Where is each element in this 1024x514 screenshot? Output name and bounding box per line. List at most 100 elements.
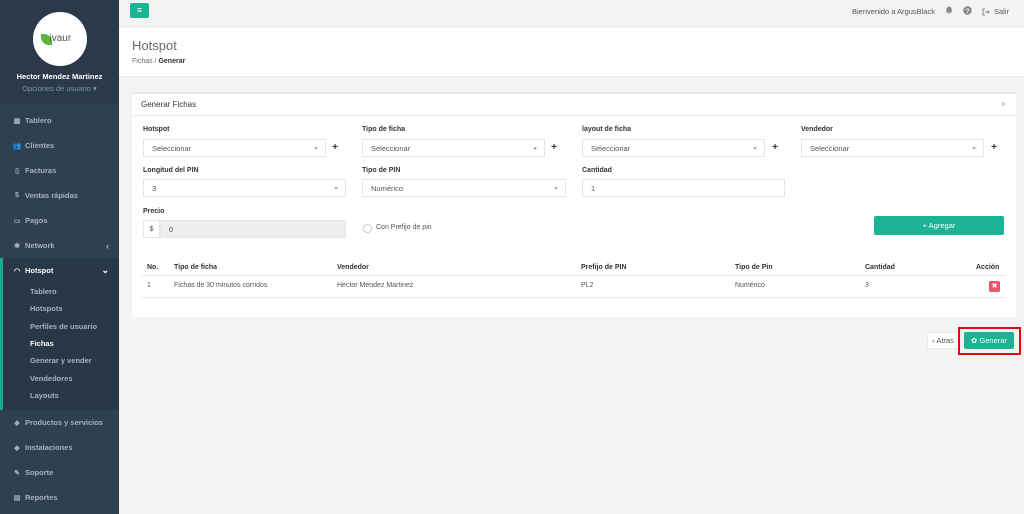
table-header-prefijo: Prefijo de PIN xyxy=(581,264,627,271)
table-cell-no: 1 xyxy=(147,282,151,289)
panel-header: Generar Fichas × xyxy=(132,94,1016,116)
vendedor-select[interactable]: Seleccionar ⌄ xyxy=(801,139,984,157)
sidebar-item-facturas[interactable]: ▯ Facturas xyxy=(0,158,119,183)
table-cell-tipo: Fichas de 30 minutos corridos xyxy=(174,282,268,289)
sidebar-item-productos[interactable]: ◈ Productos y servicios xyxy=(0,410,119,435)
tag-icon: ◈ xyxy=(14,419,20,427)
breadcrumb: Fichas / Generar xyxy=(132,58,185,65)
table-header-no: No. xyxy=(147,264,159,271)
chevron-down-icon: ⌄ xyxy=(333,184,339,191)
book-icon: ▤ xyxy=(13,494,21,502)
cantidad-input[interactable]: 1 xyxy=(582,179,785,197)
longitud-pin-select[interactable]: 3 ⌄ xyxy=(143,179,346,197)
sidebar-subitem-layouts[interactable]: Layouts xyxy=(3,387,119,404)
sidebar-item-reportes[interactable]: ▤ Reportes xyxy=(0,485,119,510)
layout-ficha-select[interactable]: Seleccionar ⌄ xyxy=(582,139,765,157)
cantidad-label: Cantidad xyxy=(582,167,612,174)
prefijo-radio[interactable] xyxy=(363,224,372,233)
sidebar-subitem-tablero[interactable]: Tablero xyxy=(3,283,119,300)
wrench-icon: ◆ xyxy=(14,444,20,452)
atras-button[interactable]: ‹ Atras xyxy=(927,332,959,349)
bell-icon[interactable] xyxy=(945,6,953,17)
prefijo-label: Con Prefijo de pin xyxy=(376,224,432,231)
logout-link[interactable]: Salir xyxy=(982,7,1009,16)
sidebar-item-soporte[interactable]: ✎ Soporte xyxy=(0,460,119,485)
top-bar: ≡ Bienvenido a ArgusBlack ? Salir xyxy=(119,0,1024,27)
vendedor-select-value: Seleccionar xyxy=(810,144,850,153)
breadcrumb-parent[interactable]: Fichas / xyxy=(132,58,157,65)
menu-toggle-button[interactable]: ≡ xyxy=(130,3,149,18)
avatar[interactable]: ivaur xyxy=(32,12,87,66)
hotspot-select-value: Seleccionar xyxy=(152,144,192,153)
table-header-vendedor: Vendedor xyxy=(337,264,369,271)
sidebar-menu: ▦ Tablero 👥 Clientes ▯ Facturas $ Ventas ráp… xyxy=(0,108,119,510)
sidebar-item-clientes[interactable]: 👥 Clientes xyxy=(0,133,119,158)
logo-text: ivaur xyxy=(49,33,72,44)
sidebar-item-tablero[interactable]: ▦ Tablero xyxy=(0,108,119,133)
help-icon[interactable]: ? xyxy=(963,6,972,17)
layout-ficha-label: layout de ficha xyxy=(582,126,632,133)
tipo-ficha-label: Tipo de ficha xyxy=(362,126,406,133)
delete-row-button[interactable]: ✖ xyxy=(989,281,1000,292)
network-icon: ✱ xyxy=(14,242,20,250)
money-icon: ▭ xyxy=(13,217,21,225)
precio-label: Precio xyxy=(143,208,165,215)
support-icon: ✎ xyxy=(14,469,20,477)
hotspot-label: Hotspot xyxy=(143,126,170,133)
sidebar-subitem-vendedores[interactable]: Vendedores xyxy=(3,369,119,386)
chevron-down-icon: ⌄ xyxy=(752,144,758,151)
sidebar-item-label: Clientes xyxy=(25,141,55,150)
vendedor-label: Vendedor xyxy=(801,126,833,133)
sidebar-subitem-generar-vender[interactable]: Generar y vender xyxy=(3,352,119,369)
tipo-pin-label: Tipo de PIN xyxy=(362,167,401,174)
chevron-down-icon: ⌄ xyxy=(971,144,977,151)
table-cell-tipo-pin: Numérico xyxy=(735,282,765,289)
sidebar-item-network[interactable]: ✱ Network ‹ xyxy=(0,233,119,258)
tipo-ficha-select-value: Seleccionar xyxy=(371,144,411,153)
table-divider xyxy=(142,297,1006,298)
page-heading: Hotspot Fichas / Generar xyxy=(119,28,1024,77)
sidebar-item-label: Ventas rápidas xyxy=(25,191,78,200)
sidebar-item-pagos[interactable]: ▭ Pagos xyxy=(0,208,119,233)
dollar-icon: $ xyxy=(15,192,19,199)
add-hotspot-button[interactable]: + xyxy=(328,139,342,157)
add-layout-button[interactable]: + xyxy=(768,139,782,157)
hotspot-select[interactable]: Seleccionar ⌄ xyxy=(143,139,326,157)
longitud-pin-label: Longitud del PIN xyxy=(143,167,199,174)
sidebar: ivaur Hector Mendez Martinez Opciones de… xyxy=(0,0,119,514)
add-vendedor-button[interactable]: + xyxy=(987,139,1001,157)
wifi-icon: ◠ xyxy=(13,267,21,275)
sidebar-item-ventas-rapidas[interactable]: $ Ventas rápidas xyxy=(0,183,119,208)
sidebar-item-instalaciones[interactable]: ◆ Instalaciones xyxy=(0,435,119,460)
tipo-ficha-select[interactable]: Seleccionar ⌄ xyxy=(362,139,545,157)
tipo-pin-select[interactable]: Numérico ⌄ xyxy=(362,179,566,197)
sidebar-subitem-hotspots[interactable]: Hotspots xyxy=(3,300,119,317)
svg-text:?: ? xyxy=(965,8,969,15)
sidebar-item-hotspot[interactable]: ◠ Hotspot ⌄ xyxy=(3,258,119,283)
logout-icon xyxy=(982,8,990,15)
table-header-accion: Acción xyxy=(976,264,1000,271)
table-cell-vendedor: Hector Mendez Martinez xyxy=(337,282,414,289)
chevron-down-icon: ⌄ xyxy=(532,144,538,151)
chevron-down-icon: ⌄ xyxy=(101,265,109,275)
precio-input: 0 xyxy=(160,220,346,238)
sidebar-group-hotspot: ◠ Hotspot ⌄ Tablero Hotspots Perfiles de u… xyxy=(0,258,119,411)
sidebar-item-label: Pagos xyxy=(25,216,48,225)
chevron-left-icon: ‹ xyxy=(106,240,109,251)
generar-button[interactable]: ✿ Generar xyxy=(964,332,1014,349)
page-title: Hotspot xyxy=(132,38,177,53)
profile-block: ivaur Hector Mendez Martinez Opciones de… xyxy=(0,0,119,104)
sidebar-item-label: Soporte xyxy=(25,468,54,478)
tipo-pin-value: Numérico xyxy=(371,184,404,193)
add-tipo-ficha-button[interactable]: + xyxy=(547,139,561,157)
sidebar-subitem-perfiles[interactable]: Perfiles de usuario xyxy=(3,318,119,335)
agregar-button[interactable]: + Agregar xyxy=(874,216,1004,235)
close-icon[interactable]: × xyxy=(1001,99,1006,109)
table-header-tipo-pin: Tipo de Pin xyxy=(735,264,773,271)
sidebar-subitem-fichas[interactable]: Fichas xyxy=(3,335,119,352)
table-cell-cantidad: 3 xyxy=(865,282,869,289)
table-header-tipo: Tipo de ficha xyxy=(174,264,218,271)
panel-title: Generar Fichas xyxy=(141,100,197,109)
sidebar-item-label: Facturas xyxy=(25,166,57,175)
user-options-dropdown[interactable]: Opciones de usuario ▾ xyxy=(0,84,119,93)
